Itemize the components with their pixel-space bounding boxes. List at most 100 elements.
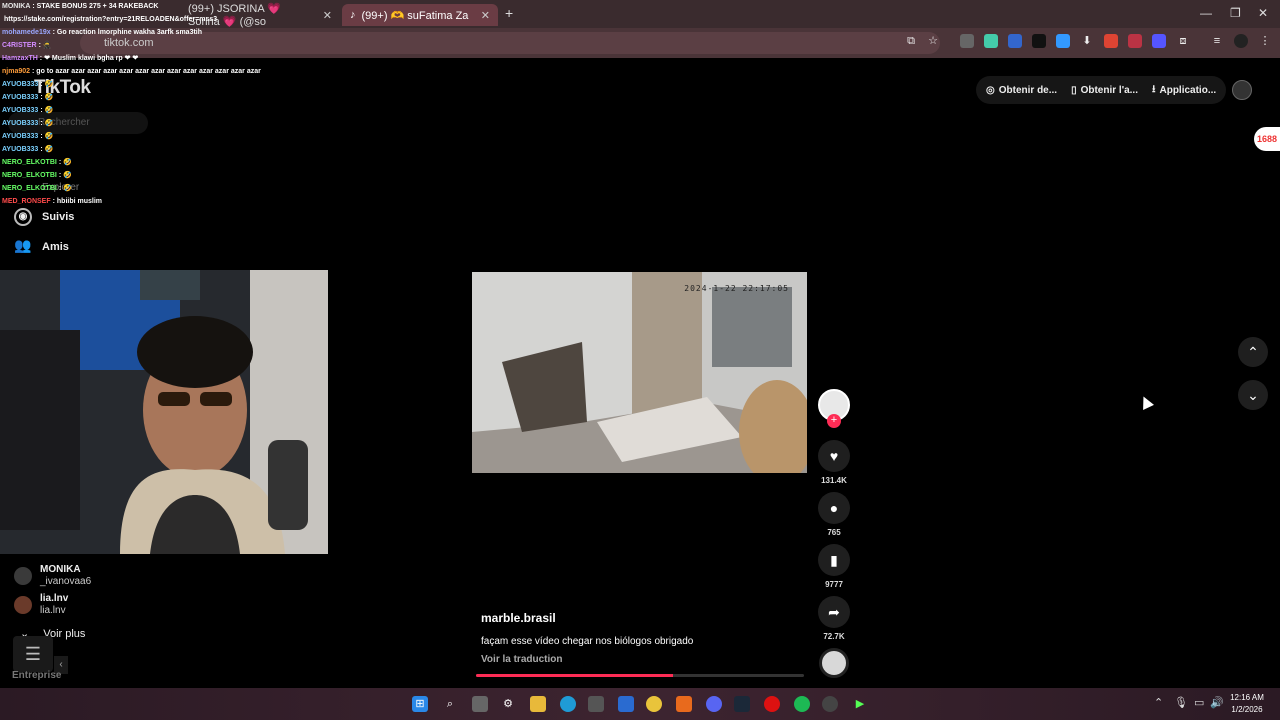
see-translation-link[interactable]: Voir la traduction (481, 654, 563, 665)
music-disc-icon[interactable] (819, 648, 849, 678)
settings-icon[interactable]: ⚙ (500, 696, 516, 712)
edge-icon[interactable] (560, 696, 576, 712)
browser-tab-active[interactable]: ♪ (99+) 🫶 suFatima Zahra su 🫶 ( ✕ (342, 4, 498, 26)
comment-count: 765 (827, 528, 841, 537)
account-name: MONIKA (40, 564, 81, 575)
extension-icon[interactable] (1008, 34, 1022, 48)
comment-button[interactable]: ● 765 (818, 492, 850, 537)
opera-icon[interactable] (764, 696, 780, 712)
mail-icon[interactable] (618, 696, 634, 712)
tab-title: (99+) 🫶 suFatima Zahra su 🫶 ( (361, 9, 469, 22)
bookmark-button[interactable]: ▮ 9777 (818, 544, 850, 589)
video-timestamp: 2024-1-22 22:17:05 (684, 284, 789, 293)
share-icon: ➦ (818, 596, 850, 628)
chat-message: NERO_ELKOTBI: 🤣 (2, 182, 267, 195)
bookmark-star-icon[interactable]: ☆ (926, 34, 940, 48)
like-button[interactable]: ♥ 131.4K (818, 440, 850, 485)
network-icon[interactable]: ▭ (1194, 696, 1204, 709)
avatar (14, 567, 32, 585)
chat-text: : ❤ Muslim klawi bgha rp ❤ ❤ (39, 55, 139, 62)
share-button[interactable]: ➦ 72.7K (818, 596, 850, 641)
extension-icon[interactable] (1128, 34, 1142, 48)
chat-message: AYUOB333: 🤣 (2, 91, 267, 104)
account-item[interactable]: lia.lnv lia.lnv (14, 593, 68, 617)
video-player[interactable]: 2024-1-22 22:17:05 (472, 272, 807, 473)
next-video-button[interactable]: ⌄ (1238, 380, 1268, 410)
sidebar-item-label: Amis (42, 241, 69, 253)
chevron-up-icon[interactable]: ⌃ (1154, 696, 1163, 709)
search-icon[interactable]: ⌕ (442, 696, 458, 712)
maximize-button[interactable]: ❐ (1230, 6, 1241, 20)
install-icon[interactable]: ⧉ (904, 34, 918, 48)
steam-icon[interactable] (734, 696, 750, 712)
extension-icon[interactable] (1056, 34, 1070, 48)
app-icon[interactable] (676, 696, 692, 712)
extension-icon[interactable] (960, 34, 974, 48)
microphone-icon[interactable]: 🎙 (1174, 696, 1188, 709)
obs-icon[interactable] (822, 696, 838, 712)
follow-plus-icon[interactable]: + (827, 414, 841, 428)
chat-message: mohamede19x: Go reaction lmorphine wakha… (2, 26, 267, 39)
extension-icon[interactable] (1104, 34, 1118, 48)
file-explorer-icon[interactable] (530, 696, 546, 712)
minimize-button[interactable]: — (1200, 6, 1212, 20)
volume-icon[interactable]: 🔊 (1210, 696, 1224, 709)
footer-entreprise[interactable]: Entreprise (12, 670, 61, 681)
chat-text: : 🤣 (40, 81, 54, 88)
profile-avatar[interactable] (1234, 34, 1248, 48)
chat-username: C4RISTER (2, 42, 37, 49)
comment-icon: ● (818, 492, 850, 524)
chat-message: MED_RONSEF: hbiibi muslim (2, 195, 267, 208)
discord-icon[interactable] (706, 696, 722, 712)
chrome-icon[interactable] (646, 696, 662, 712)
extension-icon[interactable] (984, 34, 998, 48)
chat-message: AYUOB333: 🤣 (2, 117, 267, 130)
chat-text: : 🤣 (40, 120, 54, 127)
puzzle-icon[interactable]: ⧈ (1176, 34, 1190, 48)
previous-video-button[interactable]: ⌃ (1238, 337, 1268, 367)
download-icon[interactable]: ⬇ (1080, 34, 1094, 48)
close-window-button[interactable]: ✕ (1258, 6, 1268, 20)
chat-text: : 🤣 (40, 146, 54, 153)
close-icon[interactable]: ✕ (481, 9, 490, 22)
store-icon[interactable] (588, 696, 604, 712)
top-actions-bar: ◎ Obtenir de... ▯ Obtenir l'a... ⭳ Appli… (976, 76, 1227, 104)
get-app-label: Obtenir l'a... (1080, 84, 1138, 96)
extension-icon[interactable] (1152, 34, 1166, 48)
get-coins-button[interactable]: ◎ Obtenir de... (986, 85, 1057, 96)
video-author[interactable]: marble.brasil (481, 611, 556, 625)
chat-text: : 🥷 (38, 42, 52, 49)
chat-text: : go to azar azar azar azar azar azar az… (32, 68, 261, 75)
chat-message: MONIKA: STAKE BONUS 275 + 34 RAKEBACK (2, 0, 267, 13)
stack-icon[interactable]: ☰ (13, 636, 53, 672)
account-name: lia.lnv (40, 593, 69, 604)
chat-username: NERO_ELKOTBI (2, 172, 57, 179)
chat-username: mohamede19x (2, 29, 51, 36)
chat-username: AYUOB333 (2, 94, 39, 101)
account-handle: _ivanovaa6 (40, 576, 92, 587)
task-view-icon[interactable] (472, 696, 488, 712)
account-item[interactable]: MONIKA _ivanovaa6 (14, 564, 91, 588)
system-clock[interactable]: 12:16 AM 1/2/2026 (1226, 692, 1268, 716)
sidebar-item-suivis[interactable]: ◉ Suivis (14, 208, 74, 226)
windows-start-icon[interactable]: ⊞ (412, 696, 428, 712)
menu-icon[interactable]: ⋮ (1258, 34, 1272, 48)
chat-text: : 🤣 (58, 172, 72, 179)
get-app-button[interactable]: ▯ Obtenir l'a... (1071, 85, 1138, 96)
new-tab-button[interactable]: + (505, 5, 513, 21)
floating-extension-icon[interactable]: 1688 (1254, 127, 1280, 151)
download-app-button[interactable]: ⭳ Applicatio... (1152, 82, 1216, 99)
extension-icon[interactable] (1032, 34, 1046, 48)
account-handle: lia.lnv (40, 605, 66, 616)
video-progress-bar[interactable] (476, 674, 804, 677)
chat-message: AYUOB333: 🤣 (2, 130, 267, 143)
close-icon[interactable]: ✕ (323, 9, 332, 22)
profile-avatar[interactable] (1232, 80, 1252, 100)
kick-icon[interactable]: ▶ (852, 696, 868, 712)
streamer-image (0, 270, 328, 554)
sidebar-item-amis[interactable]: 👥 Amis (14, 238, 69, 256)
mouse-cursor-icon (1138, 394, 1154, 410)
clock-date: 1/2/2026 (1231, 705, 1263, 714)
spotify-icon[interactable] (794, 696, 810, 712)
media-icon[interactable]: ≡ (1210, 34, 1224, 48)
